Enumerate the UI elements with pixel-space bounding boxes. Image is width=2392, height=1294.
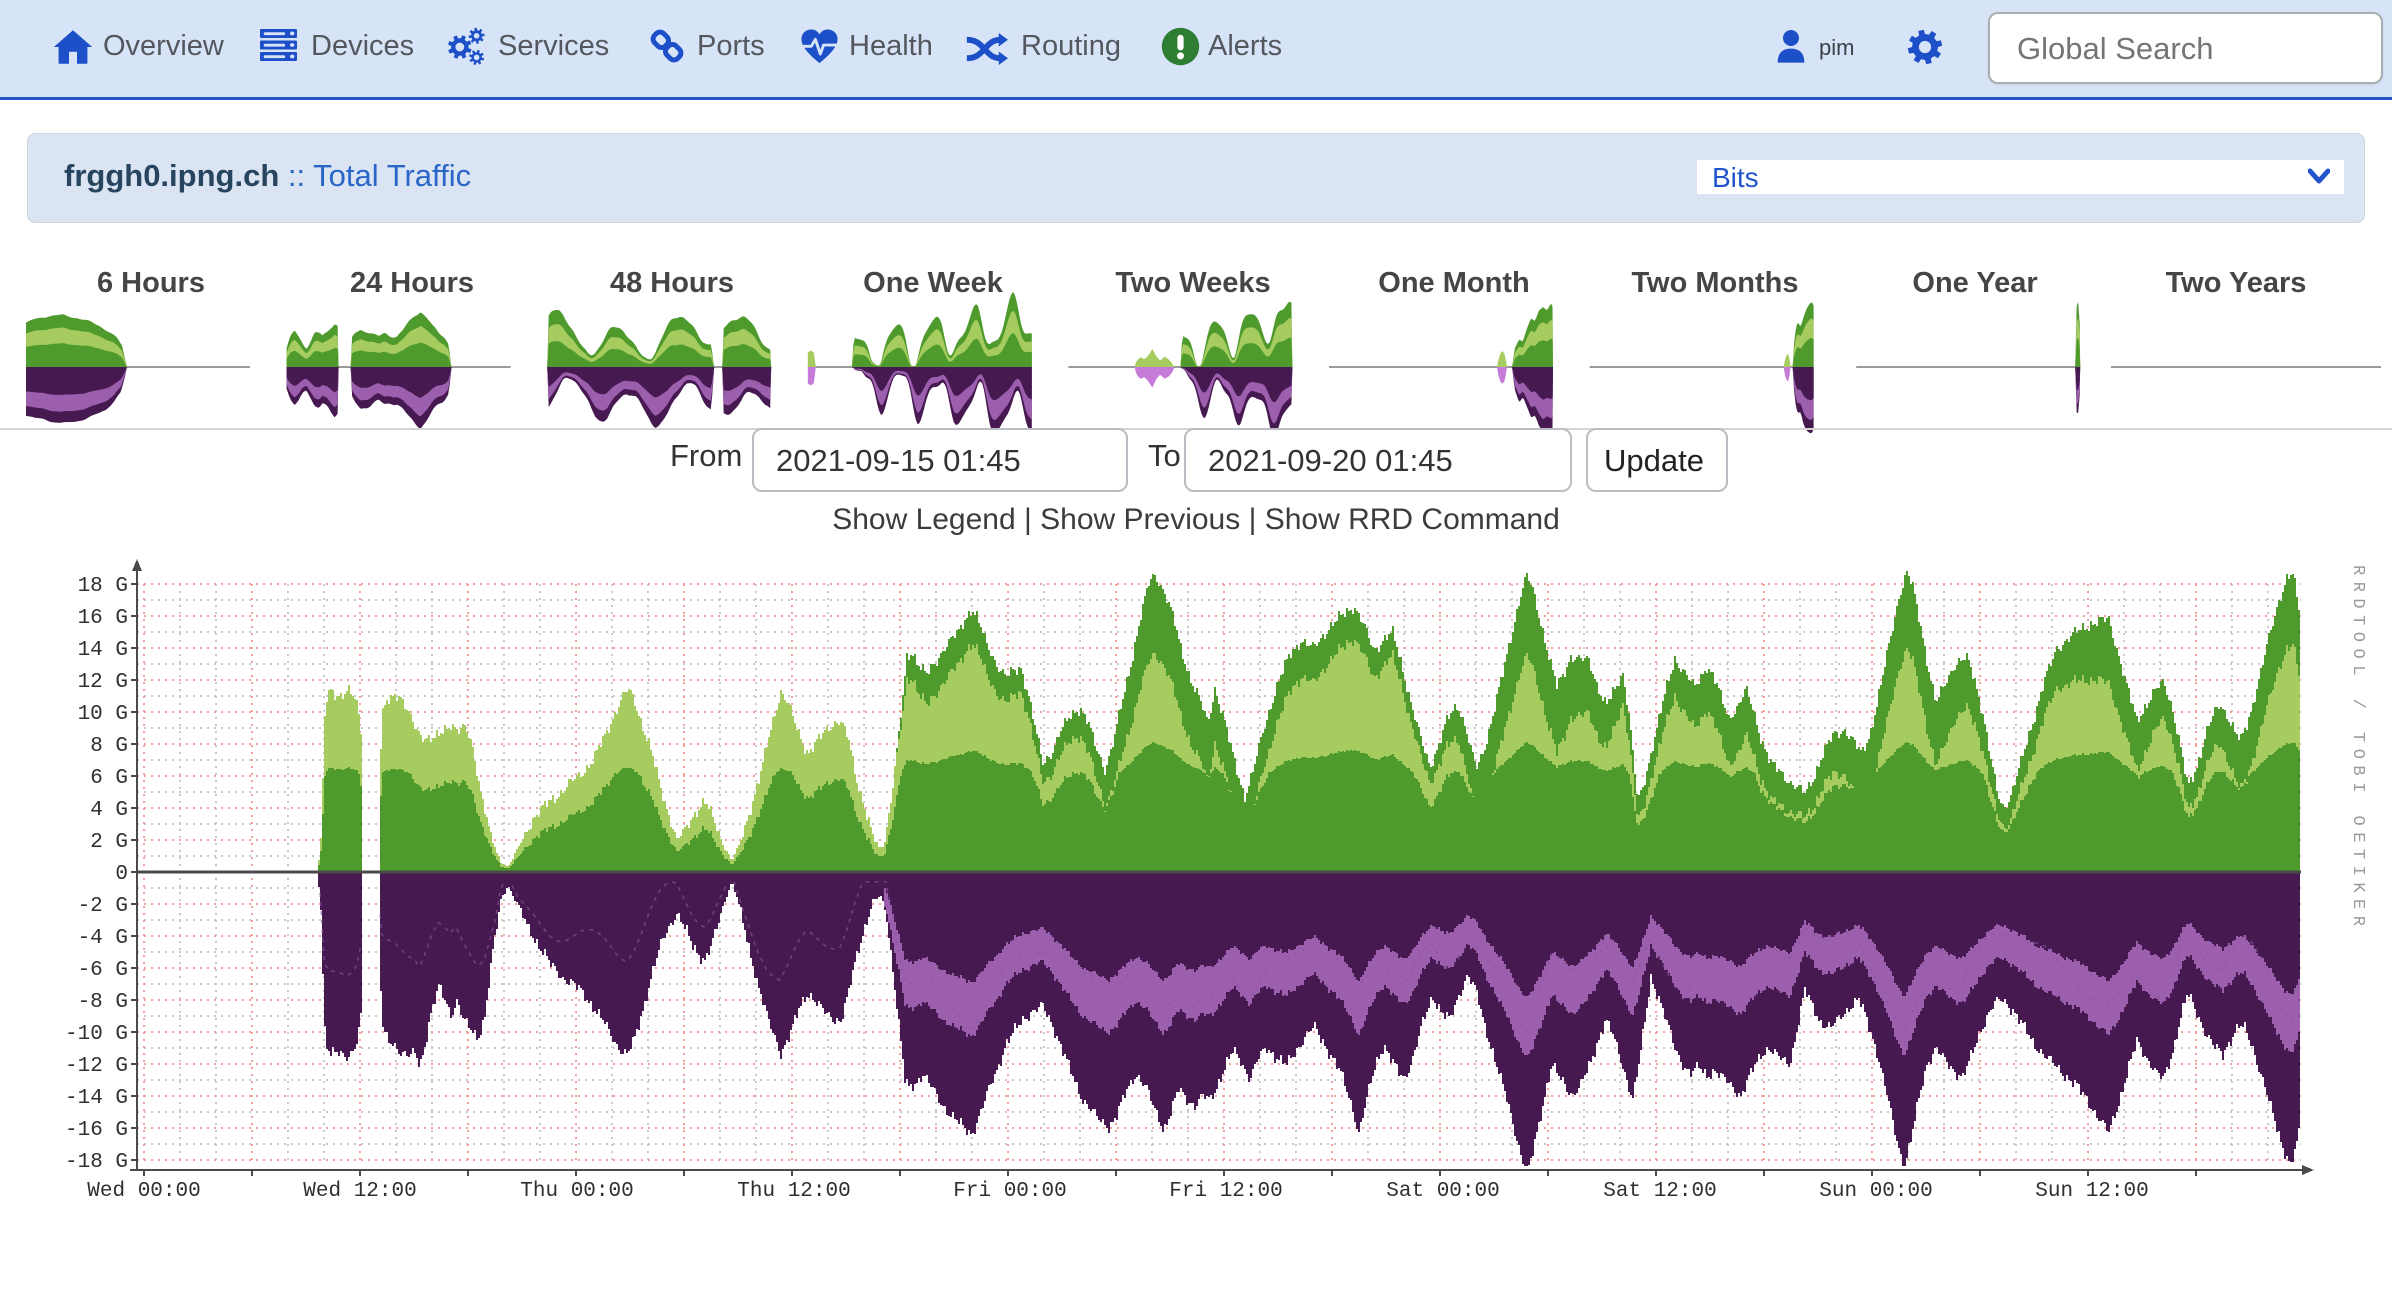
svg-text:-8 G: -8 G <box>78 991 128 1014</box>
svg-text:Sat 00:00: Sat 00:00 <box>1386 1180 1499 1203</box>
svg-text:Two Years: Two Years <box>2166 267 2307 299</box>
svg-text:10 G: 10 G <box>78 703 128 726</box>
svg-text:-4 G: -4 G <box>78 927 128 950</box>
svg-text:18 G: 18 G <box>78 575 128 598</box>
svg-text:48 Hours: 48 Hours <box>610 267 734 299</box>
svg-text:Wed 12:00: Wed 12:00 <box>303 1180 416 1203</box>
svg-text:Wed 00:00: Wed 00:00 <box>87 1180 200 1203</box>
svg-text:Fri 00:00: Fri 00:00 <box>953 1180 1066 1203</box>
svg-text:Sat 12:00: Sat 12:00 <box>1603 1180 1716 1203</box>
svg-text:Thu 00:00: Thu 00:00 <box>520 1180 633 1203</box>
svg-text:-6 G: -6 G <box>78 959 128 982</box>
svg-text:2 G: 2 G <box>90 831 128 854</box>
svg-text:24 Hours: 24 Hours <box>350 267 474 299</box>
svg-text:6 Hours: 6 Hours <box>97 267 205 299</box>
svg-text:RRDTOOL / TOBI OETIKER: RRDTOOL / TOBI OETIKER <box>2348 565 2367 932</box>
svg-text:16 G: 16 G <box>78 607 128 630</box>
svg-text:Sun 12:00: Sun 12:00 <box>2035 1180 2148 1203</box>
svg-text:-12 G: -12 G <box>65 1055 128 1078</box>
svg-text:-10 G: -10 G <box>65 1023 128 1046</box>
svg-text:One Year: One Year <box>1912 267 2037 299</box>
svg-text:Fri 12:00: Fri 12:00 <box>1169 1180 1282 1203</box>
svg-text:One Week: One Week <box>863 267 1004 299</box>
svg-text:-16 G: -16 G <box>65 1119 128 1142</box>
svg-text:6 G: 6 G <box>90 767 128 790</box>
svg-text:Thu 12:00: Thu 12:00 <box>737 1180 850 1203</box>
svg-text:-2 G: -2 G <box>78 895 128 918</box>
svg-text:0: 0 <box>115 863 128 886</box>
svg-text:12 G: 12 G <box>78 671 128 694</box>
svg-text:One Month: One Month <box>1378 267 1529 299</box>
svg-text:Two Weeks: Two Weeks <box>1115 267 1270 299</box>
svg-text:8 G: 8 G <box>90 735 128 758</box>
svg-text:Two Months: Two Months <box>1632 267 1799 299</box>
svg-text:-18 G: -18 G <box>65 1151 128 1174</box>
svg-text:-14 G: -14 G <box>65 1087 128 1110</box>
svg-text:Sun 00:00: Sun 00:00 <box>1819 1180 1932 1203</box>
svg-text:4 G: 4 G <box>90 799 128 822</box>
svg-text:14 G: 14 G <box>78 639 128 662</box>
